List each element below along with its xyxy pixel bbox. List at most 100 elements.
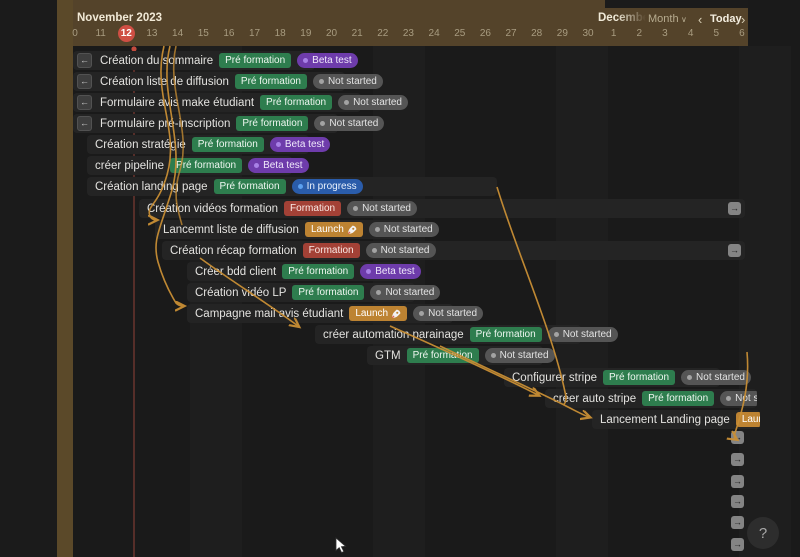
status-dot-icon bbox=[344, 100, 350, 105]
status-dot-icon bbox=[318, 79, 324, 84]
status-dot-icon bbox=[254, 163, 260, 168]
overflow-arrow-button[interactable]: → bbox=[731, 453, 744, 466]
tag-pill: Pré formation bbox=[642, 391, 715, 406]
status-dot-icon bbox=[371, 248, 377, 253]
overflow-arrow-button[interactable]: → bbox=[731, 475, 744, 488]
tag-pill: Launch bbox=[304, 222, 363, 237]
task-label: créer auto stripe bbox=[553, 392, 637, 405]
overflow-arrow-button[interactable]: → bbox=[731, 538, 744, 551]
status-dot-icon bbox=[275, 142, 281, 147]
status-badge: Not started bbox=[681, 370, 751, 385]
scroll-left-icon[interactable]: ← bbox=[77, 74, 92, 89]
open-arrow-icon[interactable]: → bbox=[728, 202, 741, 215]
timeline-bar[interactable]: ← Formulaire avis make étudiant Pré format… bbox=[73, 93, 408, 112]
status-badge: Not started bbox=[413, 306, 484, 321]
scroll-left-icon[interactable]: ← bbox=[77, 116, 92, 131]
timeline-bar[interactable]: ← Création liste de diffusion Pré formatio… bbox=[73, 72, 383, 91]
tag-pill: Pré formation bbox=[213, 179, 286, 194]
timeline-bar[interactable]: Création récap formation Formation Not sta… bbox=[162, 241, 745, 260]
task-label: Création vidéos formation bbox=[147, 202, 279, 215]
tag-pill: Pré formation bbox=[292, 285, 365, 300]
task-label: Création récap formation bbox=[170, 244, 297, 257]
timeline-bar[interactable]: Lancemnt liste de diffusion Launch Not sta… bbox=[155, 220, 439, 239]
task-label: GTM bbox=[375, 349, 401, 362]
status-badge: Beta test bbox=[248, 158, 309, 173]
status-dot-icon bbox=[297, 184, 303, 189]
status-dot-icon bbox=[374, 227, 380, 232]
mouse-cursor bbox=[335, 537, 347, 554]
tag-pill: Pré formation bbox=[236, 116, 309, 131]
timeline-bar[interactable]: Créer bdd client Pré formation Beta test bbox=[187, 262, 421, 281]
timeline-bar[interactable]: créer automation parainage Pré formation N… bbox=[315, 325, 618, 344]
tag-pill: Pré formation bbox=[603, 370, 676, 385]
overflow-arrow-button[interactable]: → bbox=[731, 495, 744, 508]
help-button[interactable]: ? bbox=[747, 517, 779, 549]
status-badge: Not started bbox=[365, 243, 436, 258]
tag-pill: Pré formation bbox=[191, 137, 264, 152]
tag-pill: Pré formation bbox=[234, 74, 307, 89]
status-badge: Not started bbox=[314, 116, 385, 131]
status-badge: Beta test bbox=[297, 53, 358, 68]
task-label: Lancemnt liste de diffusion bbox=[163, 223, 299, 236]
status-badge: Not started bbox=[720, 391, 757, 406]
tag-pill: Pré formation bbox=[282, 264, 355, 279]
overflow-arrow-button[interactable]: → bbox=[731, 431, 744, 444]
timeline-bar[interactable]: Création landing page Pré formation In pro… bbox=[87, 177, 497, 196]
timeline-bar[interactable]: Création stratégie Pré formation Beta test bbox=[87, 135, 331, 154]
task-label: Formulaire pré-inscription bbox=[100, 117, 231, 130]
status-dot-icon bbox=[726, 396, 732, 401]
status-dot-icon bbox=[553, 332, 559, 337]
timeline-bar[interactable]: GTM Pré formation Not started bbox=[367, 346, 555, 365]
task-label: Créer bdd client bbox=[195, 265, 277, 278]
tag-pill: Pré formation bbox=[219, 53, 292, 68]
task-label: Formulaire avis make étudiant bbox=[100, 96, 255, 109]
timeline-bar[interactable]: ← Formulaire pré-inscription Pré formation… bbox=[73, 114, 385, 133]
tag-pill: Pré formation bbox=[469, 327, 542, 342]
rocket-icon bbox=[391, 309, 401, 318]
status-badge: Beta test bbox=[360, 264, 421, 279]
timeline-bar[interactable]: ← Création du sommaire Pré formation Beta t… bbox=[73, 51, 358, 70]
timeline-bar[interactable]: Campagne mail avis étudiant Launch Not sta… bbox=[187, 304, 484, 323]
task-label: Création landing page bbox=[95, 180, 208, 193]
status-badge: Not started bbox=[368, 222, 439, 237]
timeline-bar[interactable]: Configurer stripe Pré formation Not starte… bbox=[504, 368, 751, 387]
status-dot-icon bbox=[353, 206, 359, 211]
tag-pill: Pré formation bbox=[260, 95, 333, 110]
tag-pill: Pré formation bbox=[170, 158, 243, 173]
status-badge: Not started bbox=[347, 201, 417, 216]
task-label: Création du sommaire bbox=[100, 54, 214, 67]
task-label: créer automation parainage bbox=[323, 328, 464, 341]
timeline-bar[interactable]: Lancement Landing page Launch bbox=[592, 410, 760, 429]
status-dot-icon bbox=[419, 311, 425, 316]
task-label: Création liste de diffusion bbox=[100, 75, 229, 88]
overflow-arrow-button[interactable]: → bbox=[731, 516, 744, 529]
timeline-bar[interactable]: Création vidéo LP Pré formation Not starte… bbox=[187, 283, 441, 302]
status-badge: Not started bbox=[484, 348, 555, 363]
status-dot-icon bbox=[303, 58, 309, 63]
task-label: Lancement Landing page bbox=[600, 413, 730, 426]
tag-pill: Launch bbox=[735, 412, 760, 427]
status-dot-icon bbox=[320, 121, 326, 126]
status-dot-icon bbox=[366, 269, 372, 274]
status-badge: Not started bbox=[338, 95, 408, 110]
status-badge: In progress bbox=[291, 179, 363, 194]
task-label: Création vidéo LP bbox=[195, 286, 287, 299]
scroll-left-icon[interactable]: ← bbox=[77, 95, 92, 110]
timeline-bar[interactable]: Création vidéos formation Formation Not st… bbox=[139, 199, 745, 218]
scroll-left-icon[interactable]: ← bbox=[77, 53, 92, 68]
status-dot-icon bbox=[490, 353, 496, 358]
tag-pill: Launch bbox=[349, 306, 408, 321]
tag-pill: Formation bbox=[302, 243, 360, 258]
tag-pill: Pré formation bbox=[406, 348, 479, 363]
task-label: Campagne mail avis étudiant bbox=[195, 307, 344, 320]
status-badge: Beta test bbox=[269, 137, 331, 152]
timeline-bar[interactable]: créer auto stripe Pré formation Not starte… bbox=[545, 389, 757, 408]
task-label: créer pipeline bbox=[95, 159, 165, 172]
open-arrow-icon[interactable]: → bbox=[728, 244, 741, 257]
task-label: Création stratégie bbox=[95, 138, 186, 151]
timeline-view: November 2023 December Month ∨ ‹ Today ›… bbox=[0, 0, 800, 557]
status-badge: Not started bbox=[312, 74, 383, 89]
timeline-bar[interactable]: créer pipeline Pré formation Beta test bbox=[87, 156, 309, 175]
tag-pill: Formation bbox=[284, 201, 342, 216]
status-dot-icon bbox=[687, 375, 693, 380]
